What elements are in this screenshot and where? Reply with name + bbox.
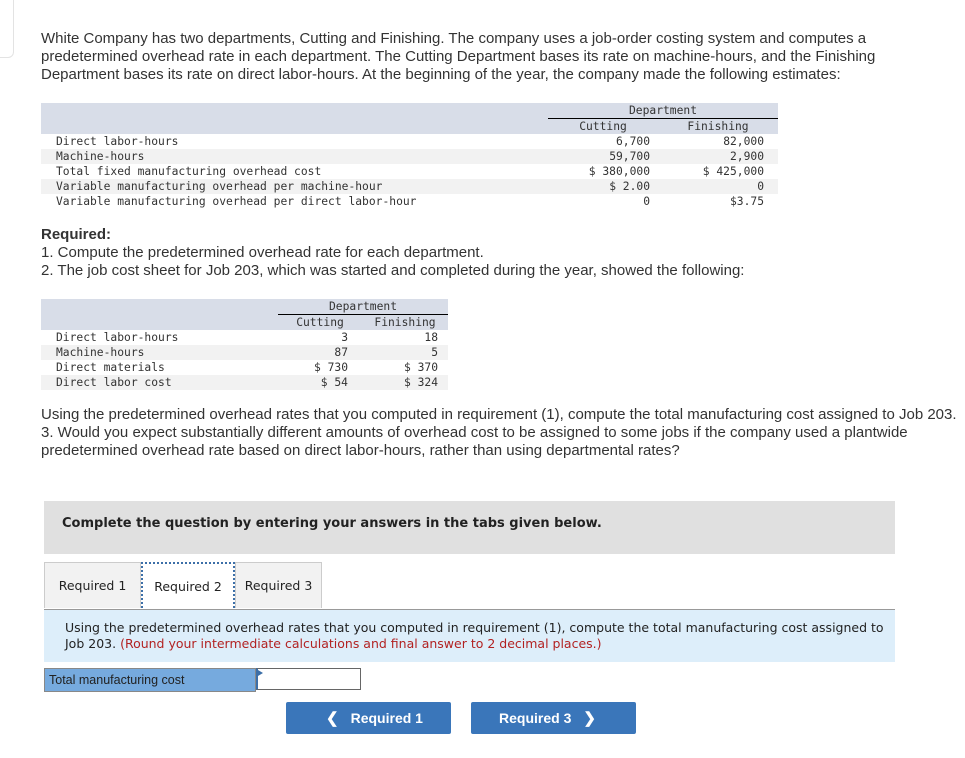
requirement-details: Using the predetermined overhead rates t…	[41, 406, 965, 460]
tab-content-panel: Using the predetermined overhead rates t…	[44, 610, 895, 662]
required-item-1: 1. Compute the predetermined overhead ra…	[41, 244, 484, 261]
chevron-right-icon: ❯	[583, 710, 596, 727]
chevron-left-icon: ❮	[326, 710, 339, 727]
tab-required-3[interactable]: Required 3	[235, 562, 322, 608]
estimates-col-finishing: Finishing	[658, 118, 778, 134]
job-table: Department Cutting Finishing Direct labo…	[41, 299, 448, 390]
table-row: Machine-hours 87 5	[41, 345, 448, 360]
required-item-2: 2. The job cost sheet for Job 203, which…	[41, 262, 745, 279]
table-row: Variable manufacturing overhead per dire…	[56, 195, 764, 208]
table-row: Direct labor cost $ 54 $ 324	[41, 375, 448, 390]
instruction-text: Complete the question by entering your a…	[62, 516, 602, 531]
estimates-table: Department Cutting Finishing Direct labo…	[41, 103, 778, 209]
prev-required-1-button[interactable]: ❮ Required 1	[286, 702, 451, 734]
table-row: Total fixed manufacturing overhead cost …	[56, 165, 764, 178]
table-row: Direct labor-hours 6,700 82,000	[56, 135, 764, 148]
job-department-header: Department	[278, 299, 448, 315]
tab-required-2[interactable]: Required 2	[141, 562, 235, 608]
estimates-header-row: Department	[41, 103, 778, 119]
job-col-finishing: Finishing	[362, 314, 448, 330]
table-row: Direct labor-hours 3 18	[56, 331, 438, 344]
job-col-cutting: Cutting	[278, 314, 362, 330]
table-row: Variable manufacturing overhead per mach…	[41, 179, 778, 194]
required-section: Required: 1. Compute the predetermined o…	[41, 226, 941, 280]
requirement-2-text: Using the predetermined overhead rates t…	[41, 406, 957, 423]
total-manufacturing-cost-input[interactable]	[256, 668, 361, 690]
total-manufacturing-cost-label: Total manufacturing cost	[44, 668, 256, 692]
estimates-col-cutting: Cutting	[548, 118, 658, 134]
corner-frame	[0, 0, 14, 58]
instruction-banner: Complete the question by entering your a…	[44, 501, 895, 554]
table-row: Machine-hours 59,700 2,900	[41, 149, 778, 164]
requirement-3-text: 3. Would you expect substantially differ…	[41, 424, 908, 459]
table-row: Direct materials $ 730 $ 370	[56, 361, 438, 374]
required-heading: Required:	[41, 226, 112, 243]
rounding-note: (Round your intermediate calculations an…	[120, 636, 602, 651]
estimates-department-header: Department	[548, 103, 778, 119]
problem-intro: White Company has two departments, Cutti…	[41, 30, 876, 83]
next-required-3-button[interactable]: Required 3 ❯	[471, 702, 636, 734]
answer-row: Total manufacturing cost	[44, 668, 361, 692]
tab-required-1[interactable]: Required 1	[44, 562, 141, 608]
